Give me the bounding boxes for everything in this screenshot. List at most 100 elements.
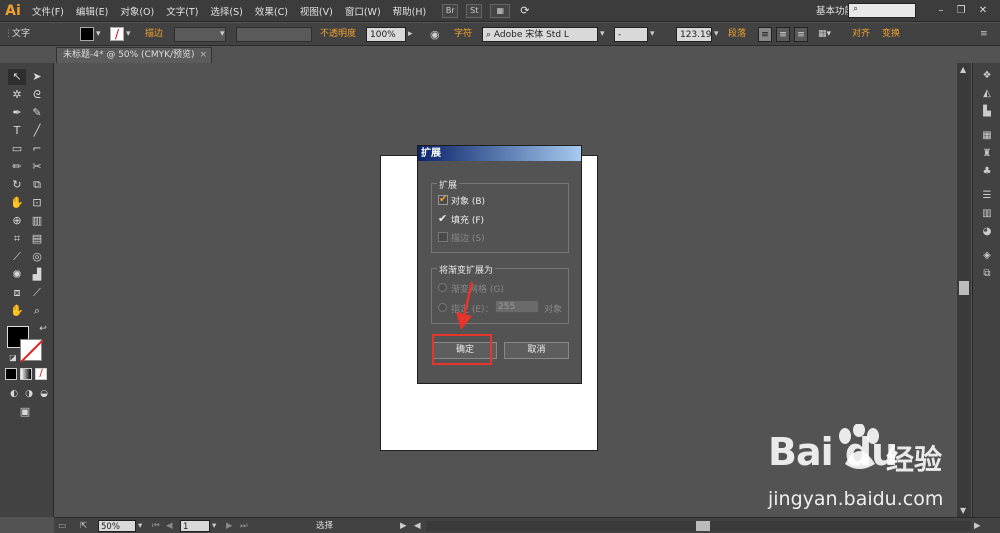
specify-radio[interactable] (438, 303, 447, 312)
variable-width-profile[interactable] (236, 27, 312, 42)
column-graph-tool-icon[interactable]: ▟ (28, 267, 46, 283)
dialog-title[interactable]: 扩展 (418, 146, 581, 161)
color-mode-icon[interactable] (5, 368, 17, 380)
symbol-sprayer-tool-icon[interactable]: ✺ (8, 267, 26, 283)
status-menu-icon[interactable]: ▶ (400, 520, 407, 532)
stroke-label[interactable]: 描边 (145, 27, 163, 42)
align-label[interactable]: 对齐 (852, 27, 870, 42)
perspective-grid-tool-icon[interactable]: ▥ (28, 213, 46, 229)
color-guide-panel-icon[interactable]: ◭ (979, 87, 995, 101)
share-icon[interactable]: ⇱ (80, 520, 87, 532)
swatches-panel-icon[interactable]: ▙ (979, 105, 995, 119)
rectangle-tool-icon[interactable]: ▭ (8, 141, 26, 157)
stock-button[interactable]: St (466, 3, 483, 18)
mesh-tool-icon[interactable]: ⌗ (8, 231, 26, 247)
chevron-down-icon[interactable]: ▾ (714, 27, 719, 42)
transparency-panel-icon[interactable]: ◕ (979, 225, 995, 239)
chevron-right-icon[interactable]: ▸ (408, 27, 413, 42)
stroke-panel-icon[interactable]: ☰ (979, 189, 995, 203)
recolor-icon[interactable]: ◉ (430, 27, 440, 42)
font-size-input[interactable]: 123.19 (676, 27, 712, 42)
paintbrush-tool-icon[interactable]: ⌐ (28, 141, 46, 157)
default-colors-icon[interactable]: ◪ (4, 350, 22, 366)
restore-button[interactable]: ❐ (952, 3, 970, 18)
align-right-icon[interactable]: ≡ (794, 27, 808, 42)
chevron-down-icon[interactable]: ▾ (650, 27, 655, 42)
menu-select[interactable]: 选择(S) (204, 4, 248, 18)
chevron-down-icon[interactable]: ▾ (126, 27, 131, 42)
gradient-tool-icon[interactable]: ▤ (28, 231, 46, 247)
lasso-tool-icon[interactable]: ᘓ (28, 87, 46, 103)
scissors-tool-icon[interactable]: ✂ (28, 159, 46, 175)
close-icon[interactable]: × (199, 48, 207, 63)
warp-tool-icon[interactable]: ✋ (8, 195, 26, 211)
scale-tool-icon[interactable]: ⧉ (28, 177, 46, 193)
stroke-checkbox[interactable] (438, 232, 448, 242)
panel-menu-icon[interactable]: ≡ (980, 27, 988, 42)
vertical-scroll-thumb[interactable] (959, 281, 969, 295)
menu-edit[interactable]: 编辑(E) (70, 4, 114, 18)
bridge-button[interactable]: Br (442, 3, 459, 18)
chevron-down-icon[interactable]: ▾ (138, 520, 142, 532)
slice-tool-icon[interactable]: ⟋ (28, 285, 46, 301)
first-page-icon[interactable]: ⏮ (152, 520, 160, 532)
document-info-icon[interactable]: ▭ (58, 520, 66, 532)
curvature-tool-icon[interactable]: ✎ (28, 105, 46, 121)
gradient-panel-icon[interactable]: ▥ (979, 207, 995, 221)
type-tool-icon[interactable]: T (8, 123, 26, 139)
scroll-up-icon[interactable]: ▲ (960, 65, 966, 74)
font-style-select[interactable]: - (614, 27, 648, 42)
menu-object[interactable]: 对象(O) (114, 4, 160, 18)
previous-page-icon[interactable]: ◀ (166, 520, 173, 532)
artboards-panel-icon[interactable]: ⧉ (979, 267, 995, 281)
blend-tool-icon[interactable]: ◎ (28, 249, 46, 265)
zoom-tool-icon[interactable]: ⌕ (28, 303, 46, 319)
stroke-swatch[interactable] (20, 339, 44, 363)
arrange-documents-icon[interactable]: ▦ (490, 3, 511, 18)
line-tool-icon[interactable]: ╱ (28, 123, 46, 139)
specify-count-input[interactable]: 255 (495, 300, 539, 313)
chevron-down-icon[interactable]: ▾ (220, 27, 225, 42)
scroll-left-icon[interactable]: ◀ (414, 520, 421, 532)
gradient-mesh-radio[interactable] (438, 283, 447, 292)
document-tab[interactable]: 未标题-4* @ 50% (CMYK/预览) × (56, 47, 212, 63)
pen-tool-icon[interactable]: ✒ (8, 105, 26, 121)
page-field[interactable]: 1 (180, 520, 210, 532)
object-checkbox[interactable]: ✔ (438, 195, 448, 205)
swatches-grid-icon[interactable]: ▦ (979, 129, 995, 143)
next-page-icon[interactable]: ▶ (226, 520, 233, 532)
transform-label[interactable]: 变换 (882, 27, 900, 42)
brushes-panel-icon[interactable]: ♜ (979, 147, 995, 161)
paragraph-label[interactable]: 段落 (728, 27, 746, 42)
symbols-panel-icon[interactable]: ♣ (979, 165, 995, 179)
stroke-none-swatch[interactable]: / (110, 27, 124, 41)
chevron-down-icon[interactable]: ▾ (600, 27, 605, 42)
close-button[interactable]: ✕ (974, 3, 992, 18)
eyedropper-tool-icon[interactable]: ⟋ (8, 249, 26, 265)
zoom-field[interactable]: 50% (98, 520, 136, 532)
magic-wand-tool-icon[interactable]: ✲ (8, 87, 26, 103)
chevron-down-icon[interactable]: ▾ (212, 520, 216, 532)
opacity-label[interactable]: 不透明度 (320, 27, 356, 42)
align-left-icon[interactable]: ≡ (758, 27, 772, 42)
menu-window[interactable]: 窗口(W) (339, 4, 387, 18)
align-center-icon[interactable]: ≡ (776, 27, 790, 42)
fill-checkbox[interactable]: ✔ (438, 212, 447, 225)
free-transform-tool-icon[interactable]: ⊡ (28, 195, 46, 211)
character-label[interactable]: 字符 (454, 27, 472, 42)
grid-icon[interactable]: ▦▾ (818, 27, 831, 42)
rotate-tool-icon[interactable]: ↻ (8, 177, 26, 193)
fill-color-swatch[interactable] (80, 27, 94, 41)
screen-mode-icon[interactable]: ▣ (16, 404, 34, 420)
layers-panel-icon[interactable]: ◈ (979, 249, 995, 263)
stroke-weight-field[interactable] (174, 27, 226, 42)
artboard-tool-icon[interactable]: ⧈ (8, 285, 26, 301)
menu-type[interactable]: 文字(T) (160, 4, 204, 18)
font-family-select[interactable]: ⌕ Adobe 宋体 Std L (482, 27, 598, 42)
none-mode-icon[interactable]: / (35, 368, 47, 380)
selection-tool-icon[interactable]: ↖ (8, 69, 26, 85)
horizontal-scroll-thumb[interactable] (696, 521, 710, 531)
opacity-input[interactable]: 100% (366, 27, 406, 42)
last-page-icon[interactable]: ⏭ (240, 520, 248, 532)
menu-view[interactable]: 视图(V) (294, 4, 339, 18)
